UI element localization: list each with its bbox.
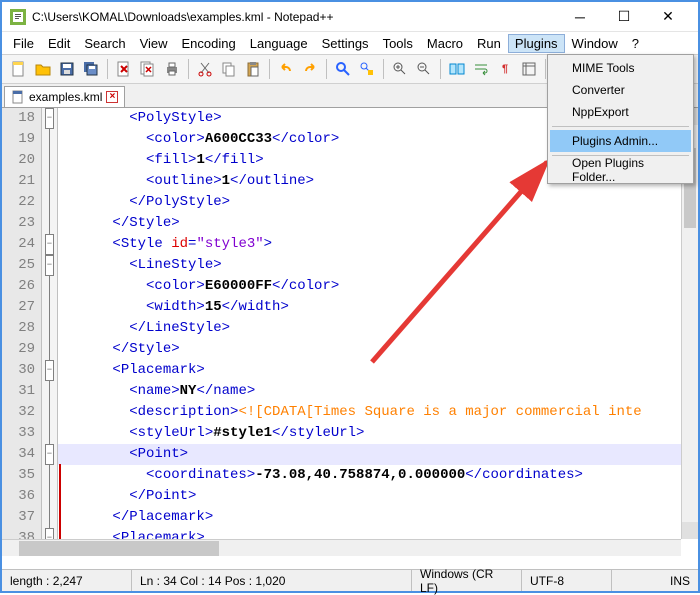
close-button[interactable]: ✕ bbox=[646, 3, 690, 31]
code-line[interactable]: <Point> bbox=[58, 444, 698, 465]
menu-tools[interactable]: Tools bbox=[376, 34, 420, 53]
cut-icon[interactable] bbox=[194, 58, 216, 80]
maximize-button[interactable]: ☐ bbox=[602, 3, 646, 31]
tab-close-icon[interactable]: × bbox=[106, 91, 118, 103]
zoom-out-icon[interactable] bbox=[413, 58, 435, 80]
file-icon bbox=[11, 90, 25, 104]
undo-icon[interactable] bbox=[275, 58, 297, 80]
dropdown-item[interactable]: Open Plugins Folder... bbox=[550, 159, 691, 181]
minimize-button[interactable]: ─ bbox=[558, 3, 602, 31]
status-encoding: UTF-8 bbox=[522, 570, 612, 591]
file-tab[interactable]: examples.kml × bbox=[4, 86, 125, 107]
titlebar: C:\Users\KOMAL\Downloads\examples.kml - … bbox=[2, 2, 698, 32]
status-eol: Windows (CR LF) bbox=[412, 570, 522, 591]
dropdown-item[interactable]: NppExport bbox=[550, 101, 691, 123]
menu-language[interactable]: Language bbox=[243, 34, 315, 53]
code-line[interactable]: <coordinates>-73.08,40.758874,0.000000</… bbox=[58, 465, 698, 486]
menubar: FileEditSearchViewEncodingLanguageSettin… bbox=[2, 32, 698, 54]
menu-macro[interactable]: Macro bbox=[420, 34, 470, 53]
menu-plugins[interactable]: Plugins bbox=[508, 34, 565, 53]
line-gutter: 1819202122232425262728293031323334353637… bbox=[2, 108, 42, 556]
horizontal-scrollbar[interactable] bbox=[2, 539, 681, 556]
menu-encoding[interactable]: Encoding bbox=[175, 34, 243, 53]
code-line[interactable]: </Point> bbox=[58, 486, 698, 507]
code-line[interactable]: </Placemark> bbox=[58, 507, 698, 528]
copy-icon[interactable] bbox=[218, 58, 240, 80]
print-icon[interactable] bbox=[161, 58, 183, 80]
code-line[interactable]: <name>NY</name> bbox=[58, 381, 698, 402]
redo-icon[interactable] bbox=[299, 58, 321, 80]
fold-margin[interactable]: −−−−−− bbox=[42, 108, 58, 556]
bracket-highlight bbox=[59, 464, 61, 548]
paste-icon[interactable] bbox=[242, 58, 264, 80]
menu-file[interactable]: File bbox=[6, 34, 41, 53]
close-file-icon[interactable] bbox=[113, 58, 135, 80]
menu-settings[interactable]: Settings bbox=[315, 34, 376, 53]
wrap-icon[interactable] bbox=[470, 58, 492, 80]
close-all-icon[interactable] bbox=[137, 58, 159, 80]
dropdown-item[interactable]: Converter bbox=[550, 79, 691, 101]
statusbar: length : 2,247 Ln : 34 Col : 14 Pos : 1,… bbox=[2, 569, 698, 591]
dropdown-item[interactable]: MIME Tools bbox=[550, 57, 691, 79]
code-line[interactable]: <description><![CDATA[Times Square is a … bbox=[58, 402, 698, 423]
save-icon[interactable] bbox=[56, 58, 78, 80]
status-length: length : 2,247 bbox=[2, 570, 132, 591]
replace-icon[interactable] bbox=[356, 58, 378, 80]
code-line[interactable]: <styleUrl>#style1</styleUrl> bbox=[58, 423, 698, 444]
indent-guide-icon[interactable] bbox=[518, 58, 540, 80]
menu-run[interactable]: Run bbox=[470, 34, 508, 53]
menu-window[interactable]: Window bbox=[565, 34, 625, 53]
window-title: C:\Users\KOMAL\Downloads\examples.kml - … bbox=[32, 10, 558, 24]
find-icon[interactable] bbox=[332, 58, 354, 80]
sync-icon[interactable] bbox=[446, 58, 468, 80]
show-all-icon[interactable]: ¶ bbox=[494, 58, 516, 80]
menu-edit[interactable]: Edit bbox=[41, 34, 77, 53]
menu-view[interactable]: View bbox=[133, 34, 175, 53]
app-icon bbox=[10, 9, 26, 25]
zoom-in-icon[interactable] bbox=[389, 58, 411, 80]
menu-search[interactable]: Search bbox=[77, 34, 132, 53]
menu-?[interactable]: ? bbox=[625, 34, 646, 53]
status-mode: INS bbox=[612, 570, 698, 591]
new-file-icon[interactable] bbox=[8, 58, 30, 80]
tab-label: examples.kml bbox=[29, 90, 102, 104]
plugins-dropdown: MIME ToolsConverterNppExport Plugins Admi… bbox=[547, 54, 694, 184]
save-all-icon[interactable] bbox=[80, 58, 102, 80]
open-file-icon[interactable] bbox=[32, 58, 54, 80]
status-position: Ln : 34 Col : 14 Pos : 1,020 bbox=[132, 570, 412, 591]
dropdown-item[interactable]: Plugins Admin... bbox=[550, 130, 691, 152]
